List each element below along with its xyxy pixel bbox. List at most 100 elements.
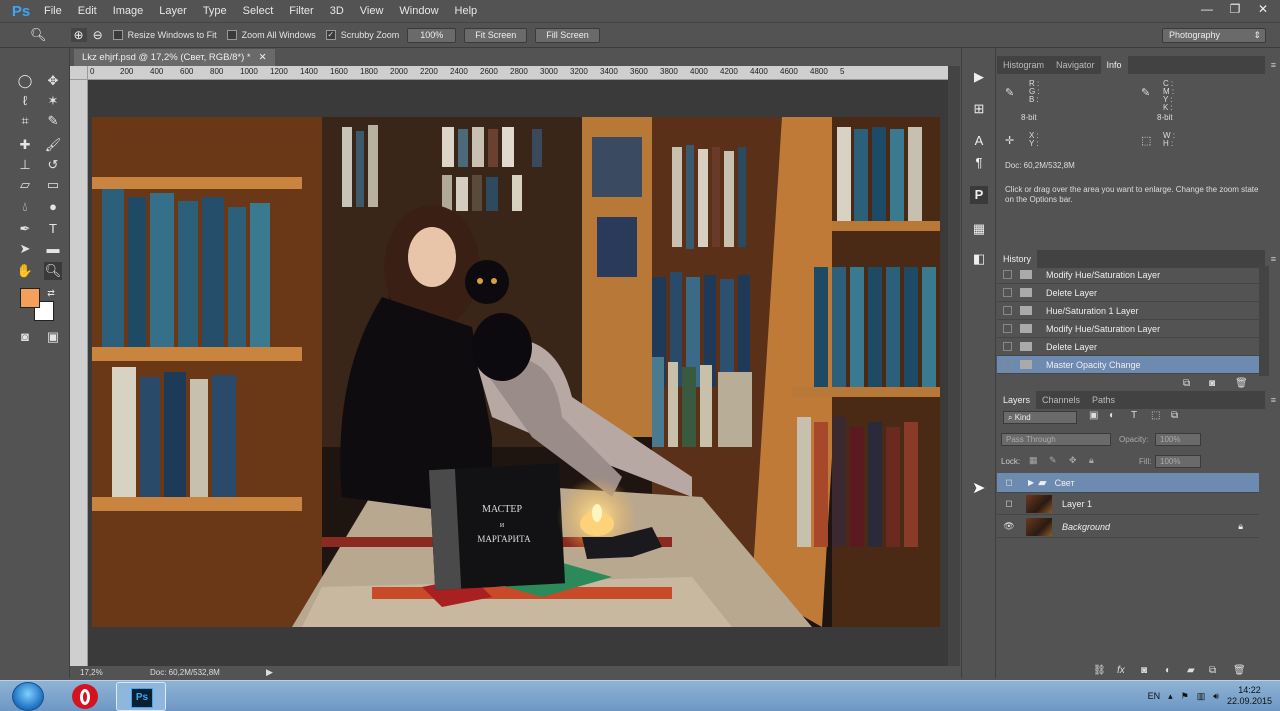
- path-select-icon[interactable]: ➤: [16, 240, 34, 258]
- panel-menu-icon[interactable]: ≡: [1271, 60, 1276, 70]
- rectangle-icon[interactable]: ▬: [44, 240, 62, 258]
- history-item[interactable]: Modify Hue/Saturation Layer: [997, 266, 1259, 284]
- move-icon[interactable]: ✥: [44, 72, 62, 90]
- fx-icon[interactable]: fx: [1117, 665, 1125, 676]
- tray-expand-icon[interactable]: ▴: [1168, 691, 1173, 702]
- fit-screen-button[interactable]: Fit Screen: [464, 27, 528, 43]
- history-brush-icon[interactable]: ↺: [44, 156, 62, 174]
- menu-edit[interactable]: Edit: [70, 5, 105, 17]
- history-menu-icon[interactable]: ≡: [1271, 254, 1276, 264]
- character-icon[interactable]: A: [970, 132, 988, 150]
- play-actions-icon[interactable]: ▶: [970, 68, 988, 86]
- status-menu-arrow-icon[interactable]: ▶: [266, 667, 273, 678]
- close-button[interactable]: ✕: [1254, 2, 1272, 16]
- menu-help[interactable]: Help: [447, 5, 486, 17]
- layer-row[interactable]: 👁︎ Background 🔒︎: [997, 516, 1259, 538]
- dodge-icon[interactable]: ●: [44, 198, 62, 216]
- tab-close-icon[interactable]: ✕: [259, 52, 267, 63]
- history-item[interactable]: Modify Hue/Saturation Layer: [997, 320, 1259, 338]
- start-button[interactable]: [12, 682, 44, 711]
- eye-icon[interactable]: 👁︎: [1002, 521, 1016, 532]
- resize-windows-checkbox[interactable]: Resize Windows to Fit: [112, 30, 217, 40]
- scrubby-zoom-checkbox[interactable]: ✓ Scrubby Zoom: [325, 30, 399, 40]
- crop-icon[interactable]: ⌗: [16, 112, 34, 130]
- pen-icon[interactable]: ✒: [16, 220, 34, 238]
- fill-field[interactable]: 100%: [1155, 455, 1201, 468]
- new-snapshot-icon[interactable]: ⧉: [1183, 378, 1190, 389]
- healing-icon[interactable]: ✚: [16, 136, 34, 154]
- eraser-icon[interactable]: ▱: [16, 176, 34, 194]
- fill-screen-button[interactable]: Fill Screen: [535, 27, 600, 43]
- screen-mode-icon[interactable]: ▣: [44, 328, 62, 346]
- tab-histogram[interactable]: Histogram: [997, 56, 1050, 74]
- menu-3d[interactable]: 3D: [322, 5, 352, 17]
- zoom-tool-icon[interactable]: 🔍︎: [30, 27, 47, 43]
- language-indicator[interactable]: EN: [1148, 691, 1161, 701]
- lock-all-icon[interactable]: 🔒︎: [1089, 455, 1094, 466]
- lock-pixels-icon[interactable]: ✎: [1049, 455, 1057, 466]
- stamp-icon[interactable]: ⊥: [16, 156, 34, 174]
- tab-layers[interactable]: Layers: [997, 391, 1037, 409]
- brush-icon[interactable]: 🖌︎: [44, 136, 62, 154]
- gradient-icon[interactable]: ▭: [44, 176, 62, 194]
- new-layer-icon[interactable]: ⧉: [1209, 665, 1216, 676]
- workspace-select[interactable]: Photography ⇕: [1162, 28, 1266, 43]
- history-item[interactable]: Hue/Saturation 1 Layer: [997, 302, 1259, 320]
- filter-type-icon[interactable]: T: [1131, 410, 1137, 421]
- adjustments-icon[interactable]: ◧: [970, 250, 988, 268]
- trash-icon[interactable]: 🗑︎: [1235, 378, 1248, 389]
- lasso-icon[interactable]: ℓ: [16, 92, 34, 110]
- tab-paths[interactable]: Paths: [1086, 391, 1121, 409]
- zoom-in-icon[interactable]: ⊕: [70, 28, 87, 42]
- layers-menu-icon[interactable]: ≡: [1271, 395, 1276, 405]
- menu-window[interactable]: Window: [391, 5, 446, 17]
- layer-row[interactable]: ◻ Layer 1: [997, 493, 1259, 515]
- zoom-out-icon[interactable]: ⊖: [93, 28, 103, 42]
- marquee-icon[interactable]: ◯: [16, 72, 34, 90]
- volume-icon[interactable]: 🔊︎: [1213, 691, 1219, 702]
- layer-row-group[interactable]: ◻ ▶ ▰ Свет: [997, 473, 1259, 493]
- canvas-area[interactable]: МАСТЕР и МАРГАРИТА: [88, 80, 948, 668]
- new-group-icon[interactable]: ▰: [1187, 665, 1195, 676]
- history-item[interactable]: Delete Layer: [997, 284, 1259, 302]
- zoom-icon[interactable]: 🔍︎: [44, 262, 62, 280]
- menu-filter[interactable]: Filter: [281, 5, 321, 17]
- filter-smart-icon[interactable]: ⧉: [1171, 410, 1178, 421]
- paragraph-icon[interactable]: ¶: [970, 154, 988, 172]
- menu-file[interactable]: File: [36, 5, 70, 17]
- delete-layer-icon[interactable]: 🗑︎: [1233, 665, 1246, 676]
- menu-select[interactable]: Select: [235, 5, 282, 17]
- filter-pixel-icon[interactable]: ▣: [1089, 410, 1098, 421]
- foreground-color-swatch[interactable]: [20, 288, 40, 308]
- history-item-selected[interactable]: Master Opacity Change: [997, 356, 1259, 374]
- quick-mask-icon[interactable]: ◙: [16, 328, 34, 346]
- menu-layer[interactable]: Layer: [151, 5, 195, 17]
- network-icon[interactable]: ▥: [1197, 691, 1206, 702]
- minimize-button[interactable]: —: [1198, 2, 1216, 16]
- document-tab[interactable]: Lkz ehjrf.psd @ 17,2% (Свет, RGB/8*) * ✕: [74, 49, 275, 66]
- menu-type[interactable]: Type: [195, 5, 235, 17]
- filter-shape-icon[interactable]: ⬚: [1151, 410, 1160, 421]
- eyedropper-icon[interactable]: ✎: [44, 112, 62, 130]
- tab-channels[interactable]: Channels: [1036, 391, 1086, 409]
- clock[interactable]: 14:22 22.09.2015: [1227, 685, 1272, 707]
- visibility-toggle-empty[interactable]: ◻: [1002, 498, 1016, 509]
- new-adjustment-icon[interactable]: ◐: [1165, 665, 1171, 676]
- vertical-scrollbar[interactable]: [948, 66, 960, 666]
- blur-icon[interactable]: 💧︎: [16, 198, 34, 216]
- link-layers-icon[interactable]: ⛓: [1093, 665, 1106, 676]
- layer-kind-filter[interactable]: ⌕ Kind: [1003, 411, 1077, 424]
- add-mask-icon[interactable]: ◙: [1141, 665, 1147, 676]
- expand-group-icon[interactable]: ▶: [1028, 478, 1034, 487]
- tab-navigator[interactable]: Navigator: [1050, 56, 1101, 74]
- zoom-level[interactable]: 17,2%: [80, 668, 103, 677]
- opera-icon[interactable]: [72, 684, 98, 709]
- menu-view[interactable]: View: [352, 5, 392, 17]
- zoom-all-windows-checkbox[interactable]: Zoom All Windows: [226, 30, 316, 40]
- restore-button[interactable]: ❐: [1226, 2, 1244, 16]
- swatches-icon[interactable]: ▦: [970, 220, 988, 238]
- lock-transparent-icon[interactable]: ▦: [1029, 455, 1038, 466]
- camera-icon[interactable]: ◙: [1209, 378, 1215, 389]
- magic-wand-icon[interactable]: ✶: [44, 92, 62, 110]
- zoom-100-button[interactable]: 100%: [407, 27, 457, 43]
